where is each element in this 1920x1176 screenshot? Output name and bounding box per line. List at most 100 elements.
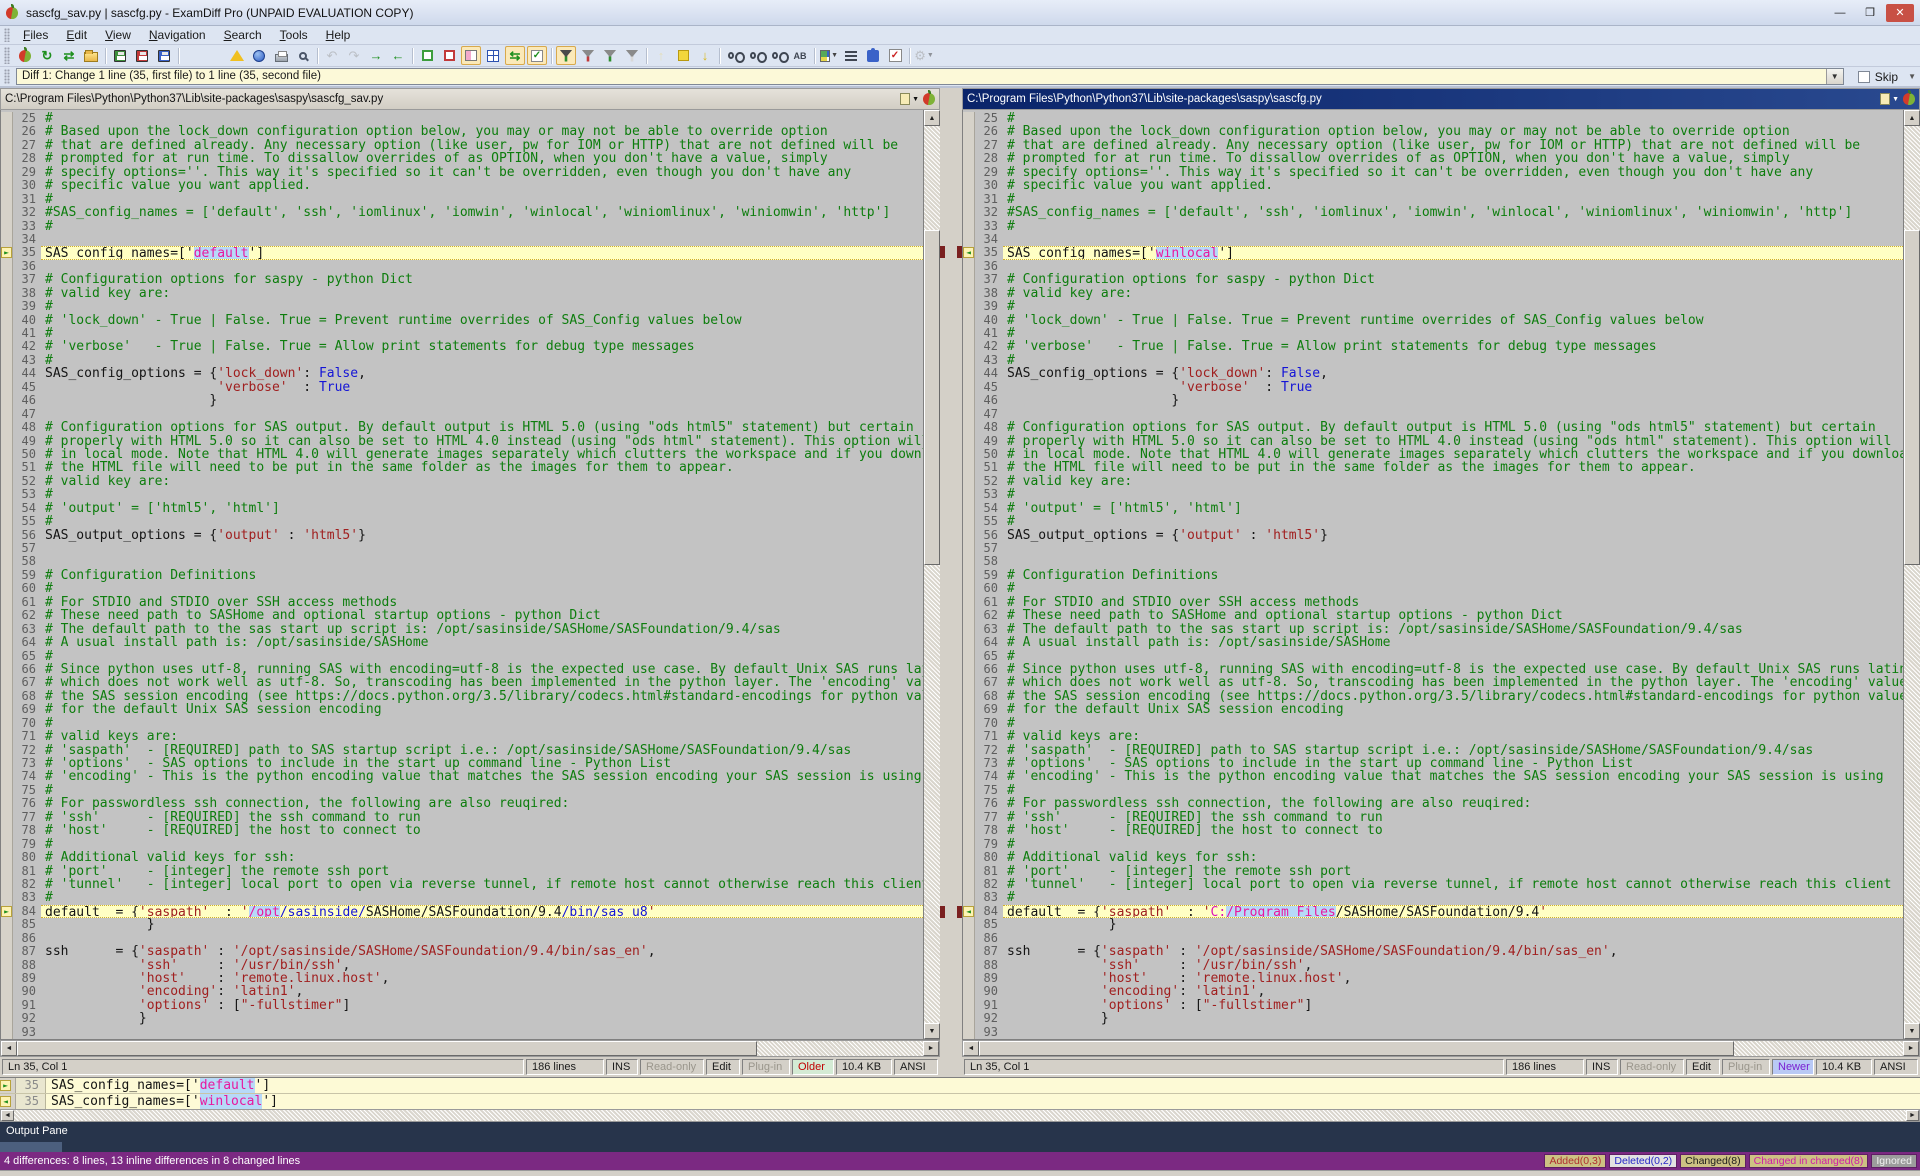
code-text[interactable]: # which does not work well as utf-8. So,… [1003, 676, 1903, 689]
code-line[interactable]: 39# [1, 300, 923, 313]
code-text[interactable]: # Based upon the lock_down configuration… [1003, 125, 1903, 138]
code-line[interactable]: 92 } [963, 1012, 1903, 1025]
code-line[interactable]: 58 [1, 555, 923, 568]
code-line[interactable]: 63# The default path to the sas start up… [1, 623, 923, 636]
diffbar-grip[interactable] [4, 69, 10, 84]
code-text[interactable]: # Configuration Definitions [1003, 569, 1903, 582]
code-line[interactable]: 31# [963, 193, 1903, 206]
code-text[interactable]: # prompted for at run time. To dissallow… [1003, 152, 1903, 165]
code-text[interactable]: # specific value you want applied. [1003, 179, 1903, 192]
copy-block-to-first-button[interactable]: ← [388, 46, 408, 65]
code-text[interactable]: # which does not work well as utf-8. So,… [41, 676, 923, 689]
filter-added-button[interactable] [600, 46, 620, 65]
print-preview-button[interactable] [293, 46, 313, 65]
code-text[interactable]: # 'host' - [REQUIRED] the host to connec… [41, 824, 923, 837]
code-text[interactable]: } [41, 918, 923, 931]
code-line[interactable]: 69# for the default Unix SAS session enc… [1, 703, 923, 716]
code-line[interactable]: 80# Additional valid keys for ssh: [963, 851, 1903, 864]
code-line[interactable]: 49# properly with HTML 5.0 so it can als… [963, 435, 1903, 448]
code-line[interactable]: 92 } [1, 1012, 923, 1025]
code-line[interactable]: 51# the HTML file will need to be put in… [963, 461, 1903, 474]
second-file-hscroll-thumb[interactable] [979, 1041, 1734, 1056]
code-text[interactable] [41, 1026, 923, 1039]
code-text[interactable]: default = {'saspath' : '/opt/sasinside/S… [41, 905, 923, 918]
code-text[interactable]: # A usual install path is: /opt/sasinsid… [41, 636, 923, 649]
code-text[interactable]: # 'verbose' - True | False. True = Allow… [41, 340, 923, 353]
code-text[interactable]: # properly with HTML 5.0 so it can also … [41, 435, 923, 448]
code-line[interactable]: 37# Configuration options for saspy - py… [1, 273, 923, 286]
code-text[interactable]: # [1003, 327, 1903, 340]
code-text[interactable]: #SAS_config_names = ['default', 'ssh', '… [41, 206, 923, 219]
code-text[interactable]: SAS_config_names=['winlocal'] [1003, 246, 1903, 259]
diff-marker-left-icon[interactable]: ◄ [963, 247, 974, 258]
code-line[interactable]: 66# Since python uses utf-8, running SAS… [1, 663, 923, 676]
code-text[interactable] [1003, 233, 1903, 246]
code-line[interactable]: 51# the HTML file will need to be put in… [1, 461, 923, 474]
code-line[interactable]: 60# [963, 582, 1903, 595]
code-text[interactable]: SAS_config_options = {'lock_down': False… [1003, 367, 1903, 380]
code-line[interactable]: 46 } [963, 394, 1903, 407]
code-line[interactable]: ►84default = {'saspath' : '/opt/sasinsid… [1, 905, 923, 918]
save-as-web-page-button[interactable] [249, 46, 269, 65]
code-text[interactable] [1003, 555, 1903, 568]
synchronize-scrolling-button[interactable]: ⇆ [505, 46, 525, 65]
code-line[interactable]: 80# Additional valid keys for ssh: [1, 851, 923, 864]
code-line[interactable]: 43# [1, 354, 923, 367]
code-text[interactable]: # Since python uses utf-8, running SAS w… [1003, 663, 1903, 676]
code-line[interactable]: 73# 'options' - SAS options to include i… [1, 757, 923, 770]
show-differences-button[interactable] [439, 46, 459, 65]
code-line[interactable]: ►35SAS_config_names=['default'] [1, 246, 923, 259]
code-line[interactable]: 62# These need path to SASHome and optio… [963, 609, 1903, 622]
code-text[interactable]: } [1003, 918, 1903, 931]
scroll-left-icon[interactable]: ◄ [1, 1041, 17, 1056]
code-line[interactable]: 59# Configuration Definitions [963, 569, 1903, 582]
maximize-button[interactable]: ❒ [1856, 4, 1884, 22]
undo-button[interactable]: ↶ [322, 46, 342, 65]
code-line[interactable]: 30# specific value you want applied. [1, 179, 923, 192]
scroll-down-icon[interactable]: ▼ [924, 1023, 940, 1039]
code-line[interactable]: 71# valid keys are: [963, 730, 1903, 743]
output-pane-tab[interactable] [0, 1142, 62, 1152]
code-line[interactable]: 37# Configuration options for saspy - py… [963, 273, 1903, 286]
code-text[interactable]: # [41, 488, 923, 501]
code-line[interactable]: 74# 'encoding' - This is the python enco… [1, 770, 923, 783]
code-line[interactable]: 41# [963, 327, 1903, 340]
code-text[interactable]: # [41, 220, 923, 233]
code-line[interactable]: 76# For passwordless ssh connection, the… [1, 797, 923, 810]
code-text[interactable]: # A usual install path is: /opt/sasinsid… [1003, 636, 1903, 649]
code-line[interactable]: 29# specify options=''. This way it's sp… [963, 166, 1903, 179]
view-layout-button[interactable]: ▼ [819, 46, 839, 65]
code-line[interactable]: 54# 'output' = ['html5', 'html'] [963, 502, 1903, 515]
line-details-button[interactable] [841, 46, 861, 65]
recompare-swapped-button[interactable]: ⇄ [59, 46, 79, 65]
code-text[interactable]: # 'options' - SAS options to include in … [41, 757, 923, 770]
diff-detail-pane[interactable]: ►35SAS_config_names=['default']◄35SAS_co… [0, 1077, 1920, 1109]
code-line[interactable]: 89 'host' : 'remote.linux.host', [963, 972, 1903, 985]
first-file-horizontal-scrollbar[interactable]: ◄ ► [0, 1040, 940, 1057]
code-line[interactable]: 61# For STDIO and STDIO over SSH access … [963, 596, 1903, 609]
code-line[interactable]: 67# which does not work well as utf-8. S… [1, 676, 923, 689]
code-line[interactable]: 36 [963, 260, 1903, 273]
code-line[interactable]: 53# [1, 488, 923, 501]
scroll-right-icon[interactable]: ► [1906, 1110, 1919, 1121]
code-text[interactable]: # specific value you want applied. [41, 179, 923, 192]
code-line[interactable]: 59# Configuration Definitions [1, 569, 923, 582]
first-file-editor[interactable]: 25#26# Based upon the lock_down configur… [0, 110, 940, 1040]
code-line[interactable]: 33# [963, 220, 1903, 233]
edit-second-file-button[interactable] [205, 46, 225, 65]
code-line[interactable]: 27# that are defined already. Any necess… [963, 139, 1903, 152]
code-line[interactable]: 32#SAS_config_names = ['default', 'ssh',… [963, 206, 1903, 219]
code-text[interactable]: # properly with HTML 5.0 so it can also … [1003, 435, 1903, 448]
code-line[interactable]: 74# 'encoding' - This is the python enco… [963, 770, 1903, 783]
code-line[interactable]: 78# 'host' - [REQUIRED] the host to conn… [963, 824, 1903, 837]
code-text[interactable]: # [1003, 515, 1903, 528]
first-file-hscroll-thumb[interactable] [17, 1041, 757, 1056]
code-text[interactable]: } [1003, 1012, 1903, 1025]
code-line[interactable]: 25# [963, 112, 1903, 125]
code-line[interactable]: 63# The default path to the sas start up… [963, 623, 1903, 636]
code-text[interactable]: # 'port' - [integer] the remote ssh port [1003, 865, 1903, 878]
scroll-left-icon[interactable]: ◄ [1, 1110, 14, 1121]
code-line[interactable]: 42# 'verbose' - True | False. True = All… [963, 340, 1903, 353]
code-line[interactable]: 34 [963, 233, 1903, 246]
code-text[interactable]: # [1003, 582, 1903, 595]
